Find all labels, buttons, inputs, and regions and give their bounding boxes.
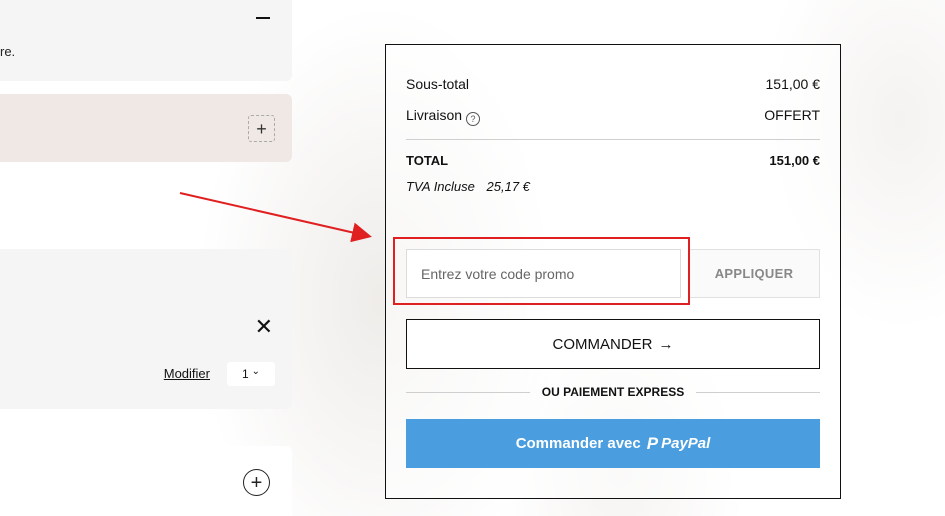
accordion-section-collapsed[interactable]: + bbox=[0, 94, 292, 162]
shipping-value: OFFERT bbox=[764, 107, 820, 123]
paypal-brand: PayPal bbox=[661, 435, 711, 452]
total-value: 151,00 € bbox=[769, 153, 820, 168]
cart-item: ✕ Modifier 1 ⌄ bbox=[0, 249, 292, 409]
minus-icon[interactable] bbox=[256, 17, 270, 19]
paypal-button-prefix: Commander avec bbox=[515, 435, 641, 452]
shipping-row: Livraison? OFFERT bbox=[406, 107, 820, 126]
checkout-button-label: COMMANDER bbox=[552, 335, 653, 353]
accordion-section-open: re. bbox=[0, 0, 292, 81]
paypal-logo: P PayPal bbox=[647, 434, 711, 454]
express-label: OU PAIEMENT EXPRESS bbox=[541, 385, 685, 399]
close-icon[interactable]: ✕ bbox=[255, 316, 273, 338]
tax-line: TVA Incluse 25,17 € bbox=[406, 179, 530, 194]
add-section: + bbox=[0, 446, 292, 516]
total-label: TOTAL bbox=[406, 153, 449, 168]
divider-line-right bbox=[696, 391, 821, 393]
summary-divider bbox=[406, 139, 820, 140]
tax-value: 25,17 € bbox=[486, 179, 530, 194]
tax-label: TVA Incluse bbox=[406, 179, 475, 194]
quantity-select[interactable]: 1 ⌄ bbox=[227, 362, 275, 386]
checkout-button[interactable]: COMMANDER → bbox=[406, 319, 820, 369]
chevron-down-icon: ⌄ bbox=[251, 365, 261, 377]
paypal-button[interactable]: Commander avec P PayPal bbox=[406, 419, 820, 468]
apply-promo-button[interactable]: APPLIQUER bbox=[688, 249, 820, 298]
subtotal-label: Sous-total bbox=[406, 76, 470, 92]
section-text-fragment: re. bbox=[0, 44, 16, 59]
arrow-right-icon: → bbox=[658, 335, 674, 353]
annotation-highlight-box bbox=[393, 237, 690, 305]
plus-circle-icon[interactable]: + bbox=[243, 469, 270, 496]
shipping-label: Livraison bbox=[406, 107, 463, 123]
modify-link[interactable]: Modifier bbox=[164, 366, 210, 381]
info-icon[interactable]: ? bbox=[466, 112, 481, 126]
divider-line-left bbox=[406, 391, 530, 393]
subtotal-value: 151,00 € bbox=[765, 76, 821, 92]
subtotal-row: Sous-total 151,00 € bbox=[406, 76, 820, 92]
express-divider: OU PAIEMENT EXPRESS bbox=[406, 385, 821, 399]
paypal-icon: P bbox=[646, 433, 659, 453]
total-row: TOTAL 151,00 € bbox=[406, 153, 820, 168]
quantity-value: 1 bbox=[241, 367, 249, 381]
plus-icon[interactable]: + bbox=[248, 115, 275, 142]
